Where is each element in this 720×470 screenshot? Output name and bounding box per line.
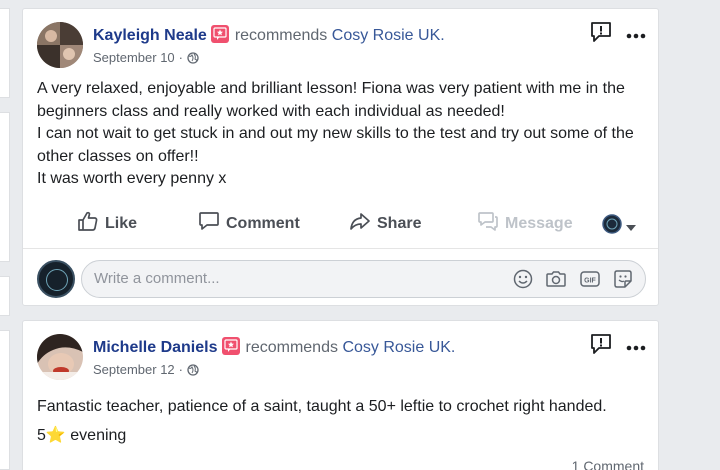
post-text-line: It was worth every penny x (37, 170, 227, 187)
post-meta: September 10 · (93, 50, 199, 65)
post-text-line: Fantastic teacher, patience of a saint, … (37, 398, 607, 415)
post-header: Kayleigh Neale recommends Cosy Rosie UK. (93, 25, 445, 45)
comment-button[interactable]: Comment (198, 210, 300, 237)
adjacent-card-edge (0, 112, 10, 262)
post-header: Michelle Daniels recommends Cosy Rosie UK… (93, 337, 455, 357)
post-body: Fantastic teacher, patience of a saint, … (37, 392, 648, 450)
message-bubble-icon (477, 210, 499, 237)
comment-count-link[interactable]: 1 Comment (572, 458, 644, 470)
gif-icon[interactable]: GIF (579, 269, 601, 294)
comment-label: Comment (226, 214, 300, 232)
post-text-line: A very relaxed, enjoyable and brilliant … (37, 80, 625, 97)
more-options-icon[interactable] (626, 338, 646, 356)
review-post: Michelle Daniels recommends Cosy Rosie UK… (22, 320, 659, 470)
post-date[interactable]: September 12 (93, 362, 175, 377)
avatar[interactable] (37, 334, 83, 380)
share-button[interactable]: Share (349, 210, 421, 237)
post-text-line: I can not wait to get stuck in and out m… (37, 125, 634, 142)
audience-selector[interactable] (602, 214, 636, 239)
post-text-line: other classes on offer!! (37, 147, 199, 165)
recommends-text: recommends (245, 339, 338, 356)
author-name[interactable]: Kayleigh Neale (93, 27, 207, 44)
comment-composer: GIF (23, 248, 658, 306)
recommendation-badge-icon (210, 25, 229, 43)
thumbs-up-icon (77, 210, 99, 237)
emoji-icon[interactable] (513, 269, 533, 294)
page-link[interactable]: Cosy Rosie UK. (332, 27, 445, 44)
globe-icon (187, 51, 199, 64)
report-icon[interactable] (590, 21, 612, 48)
adjacent-card-edge (0, 330, 10, 470)
comment-input[interactable] (94, 270, 494, 287)
globe-icon (187, 363, 199, 376)
message-label: Message (505, 214, 573, 232)
message-button[interactable]: Message (477, 210, 573, 237)
current-user-avatar (37, 260, 75, 298)
camera-icon[interactable] (545, 269, 567, 294)
caret-down-icon (626, 218, 636, 236)
report-icon[interactable] (590, 333, 612, 360)
post-meta: September 12 · (93, 362, 199, 377)
profile-avatar-icon (602, 214, 622, 239)
author-name[interactable]: Michelle Daniels (93, 339, 218, 356)
recommends-text: recommends (234, 27, 328, 44)
post-text-line: beginners class and really worked with e… (37, 102, 505, 120)
adjacent-card-edge (0, 276, 10, 316)
like-label: Like (105, 214, 138, 232)
adjacent-card-edge (0, 8, 10, 98)
svg-text:GIF: GIF (584, 278, 596, 285)
page-link[interactable]: Cosy Rosie UK. (342, 339, 455, 356)
meta-separator: · (178, 362, 184, 377)
share-label: Share (377, 214, 422, 232)
comment-bubble-icon (198, 210, 220, 237)
post-options (590, 21, 646, 48)
more-options-icon[interactable] (626, 26, 646, 44)
post-options (590, 333, 646, 360)
post-actions: Like Comment Share Message (23, 210, 658, 240)
post-body: A very relaxed, enjoyable and brilliant … (37, 78, 648, 191)
like-button[interactable]: Like (77, 210, 137, 237)
sticker-icon[interactable] (613, 269, 633, 294)
post-date[interactable]: September 10 (93, 50, 175, 65)
avatar[interactable] (37, 22, 83, 68)
review-post: Kayleigh Neale recommends Cosy Rosie UK. … (22, 8, 659, 306)
comment-input-wrapper: GIF (81, 260, 646, 298)
post-text-line: 5⭐ evening (37, 427, 127, 444)
meta-separator: · (178, 50, 184, 65)
comment-tools: GIF (513, 269, 633, 294)
recommendation-badge-icon (221, 337, 240, 355)
share-arrow-icon (349, 210, 371, 237)
